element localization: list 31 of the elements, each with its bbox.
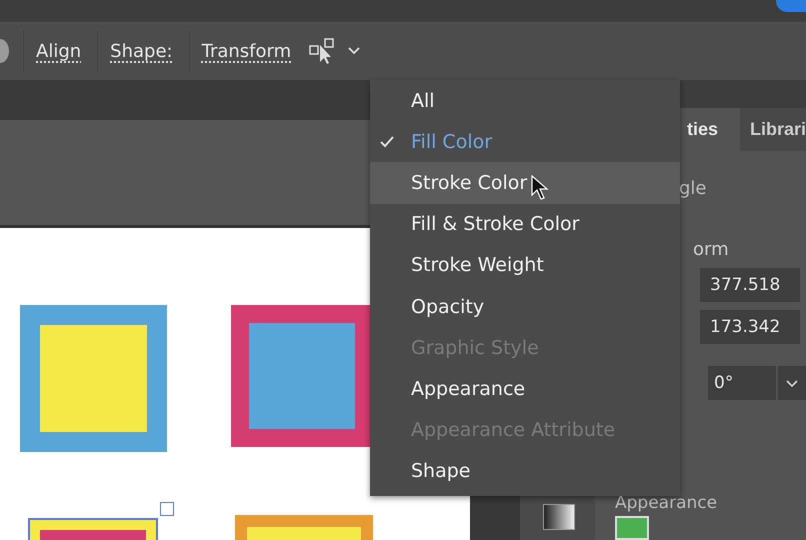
menu-item[interactable]: All bbox=[370, 80, 680, 122]
toolbar-link[interactable]: Transform bbox=[202, 40, 292, 62]
toolbar-link[interactable]: Shape: bbox=[110, 40, 173, 62]
menu-item-label: Shape bbox=[411, 460, 470, 482]
mouse-cursor-icon bbox=[531, 174, 550, 201]
menu-item[interactable]: Stroke Color bbox=[370, 162, 680, 204]
menu-item-label: Stroke Weight bbox=[411, 254, 544, 276]
panel-tab[interactable]: Librari bbox=[740, 108, 806, 151]
gradient-icon[interactable] bbox=[543, 504, 575, 530]
menu-item[interactable]: Opacity bbox=[370, 286, 680, 328]
menu-item-label: All bbox=[411, 90, 435, 112]
coordinate-field[interactable]: 377.518 bbox=[700, 268, 800, 302]
section-title: Appearance bbox=[615, 493, 718, 513]
section-title: orm bbox=[693, 239, 729, 260]
menu-item-label: Appearance bbox=[411, 378, 526, 400]
chevron-icon[interactable] bbox=[347, 46, 362, 56]
selection-handle[interactable] bbox=[160, 502, 174, 516]
menu-item-label: Fill Color bbox=[411, 130, 492, 153]
dropdown-chevron-icon[interactable] bbox=[778, 366, 806, 400]
toolbar-link[interactable]: Align bbox=[36, 40, 82, 62]
fill-swatch[interactable] bbox=[615, 516, 649, 540]
menu-item[interactable]: Appearance bbox=[370, 368, 680, 410]
menu-item-label: Opacity bbox=[411, 296, 484, 318]
coordinate-field[interactable]: 173.342 bbox=[700, 310, 800, 344]
menu-item-label: Fill & Stroke Color bbox=[411, 213, 580, 236]
menu-item-label: Stroke Color bbox=[411, 172, 528, 194]
object-type-label: gle bbox=[679, 178, 707, 199]
menu-item[interactable]: Shape bbox=[370, 450, 680, 492]
rotation-field[interactable]: 0° bbox=[708, 366, 776, 400]
menu-item[interactable]: Stroke Weight bbox=[370, 244, 680, 286]
menu-item[interactable]: Fill & Stroke Color bbox=[370, 204, 680, 245]
